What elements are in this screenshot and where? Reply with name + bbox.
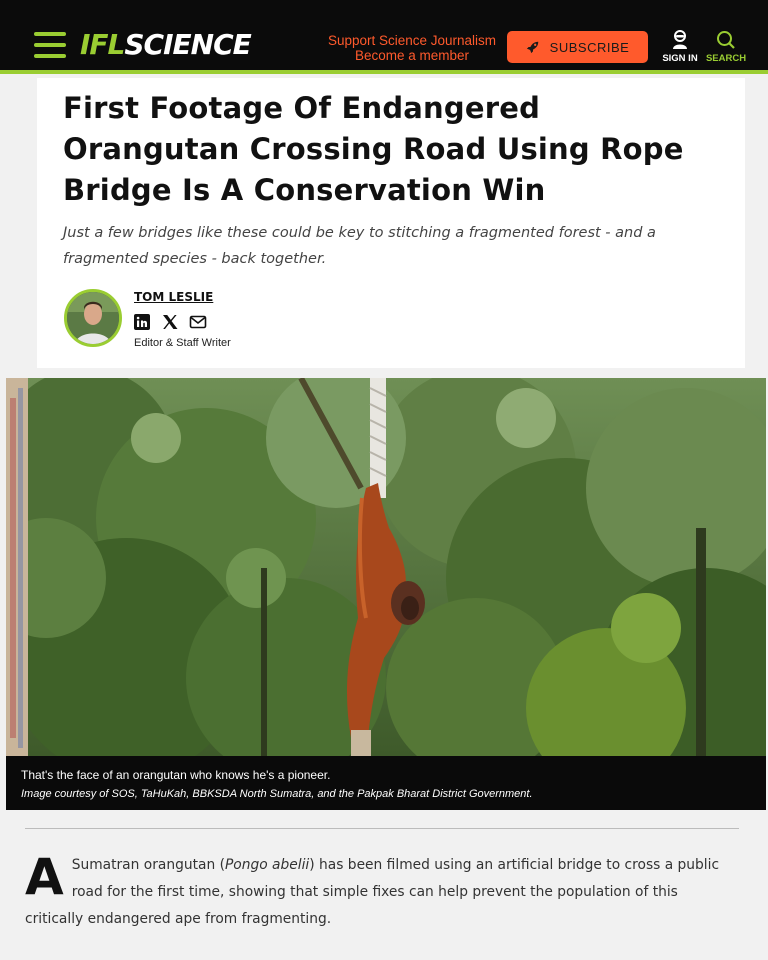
logo-science: SCIENCE [124, 28, 251, 61]
linkedin-icon[interactable] [133, 313, 151, 331]
drop-cap: A [25, 848, 64, 906]
support-journalism-link[interactable]: Support Science Journalism [304, 33, 520, 48]
caption-credit: Image courtesy of SOS, TaHuKah, BBKSDA N… [21, 788, 533, 800]
author-role: Editor & Staff Writer [134, 337, 231, 349]
search-icon [717, 31, 735, 49]
logo-ifl: IFL [80, 28, 125, 61]
site-logo[interactable]: IFL SCIENCE [80, 28, 252, 62]
body-text-part1: Sumatran orangutan ( [71, 857, 225, 873]
article-dek: Just a few bridges like these could be k… [63, 225, 656, 267]
species-name: Pongo abelii [224, 857, 310, 873]
x-icon[interactable] [161, 313, 179, 331]
support-links: Support Science Journalism Become a memb… [304, 33, 520, 63]
author-name-link[interactable]: TOM LESLIE [134, 290, 213, 304]
author-socials [133, 313, 207, 331]
sign-in-label: SIGN IN [662, 53, 698, 64]
article-title: First Footage Of Endangered Orangutan Cr… [63, 91, 684, 207]
search-label: SEARCH [705, 53, 747, 64]
image-caption: That's the face of an orangutan who know… [21, 766, 761, 804]
author-avatar[interactable] [64, 289, 122, 347]
become-member-link[interactable]: Become a member [304, 48, 520, 63]
article-header-card: First Footage Of Endangered Orangutan Cr… [37, 78, 745, 368]
site-header: IFL SCIENCE Support Science Journalism Be… [0, 0, 768, 74]
sign-in-button[interactable]: SIGN IN [660, 30, 700, 64]
subscribe-label: SUBSCRIBE [549, 39, 630, 55]
article-body: A Sumatran orangutan (Pongo abelii) has … [25, 852, 737, 933]
mail-icon[interactable] [189, 313, 207, 331]
rocket-icon [526, 41, 538, 54]
content-divider [25, 828, 739, 829]
subscribe-button[interactable]: SUBSCRIBE [507, 31, 648, 63]
user-icon [673, 30, 687, 49]
caption-text: That's the face of an orangutan who know… [21, 768, 331, 782]
search-button[interactable]: SEARCH [704, 30, 748, 64]
hero-figure: That's the face of an orangutan who know… [6, 378, 766, 810]
menu-icon[interactable] [34, 32, 66, 58]
hero-image [6, 378, 766, 756]
